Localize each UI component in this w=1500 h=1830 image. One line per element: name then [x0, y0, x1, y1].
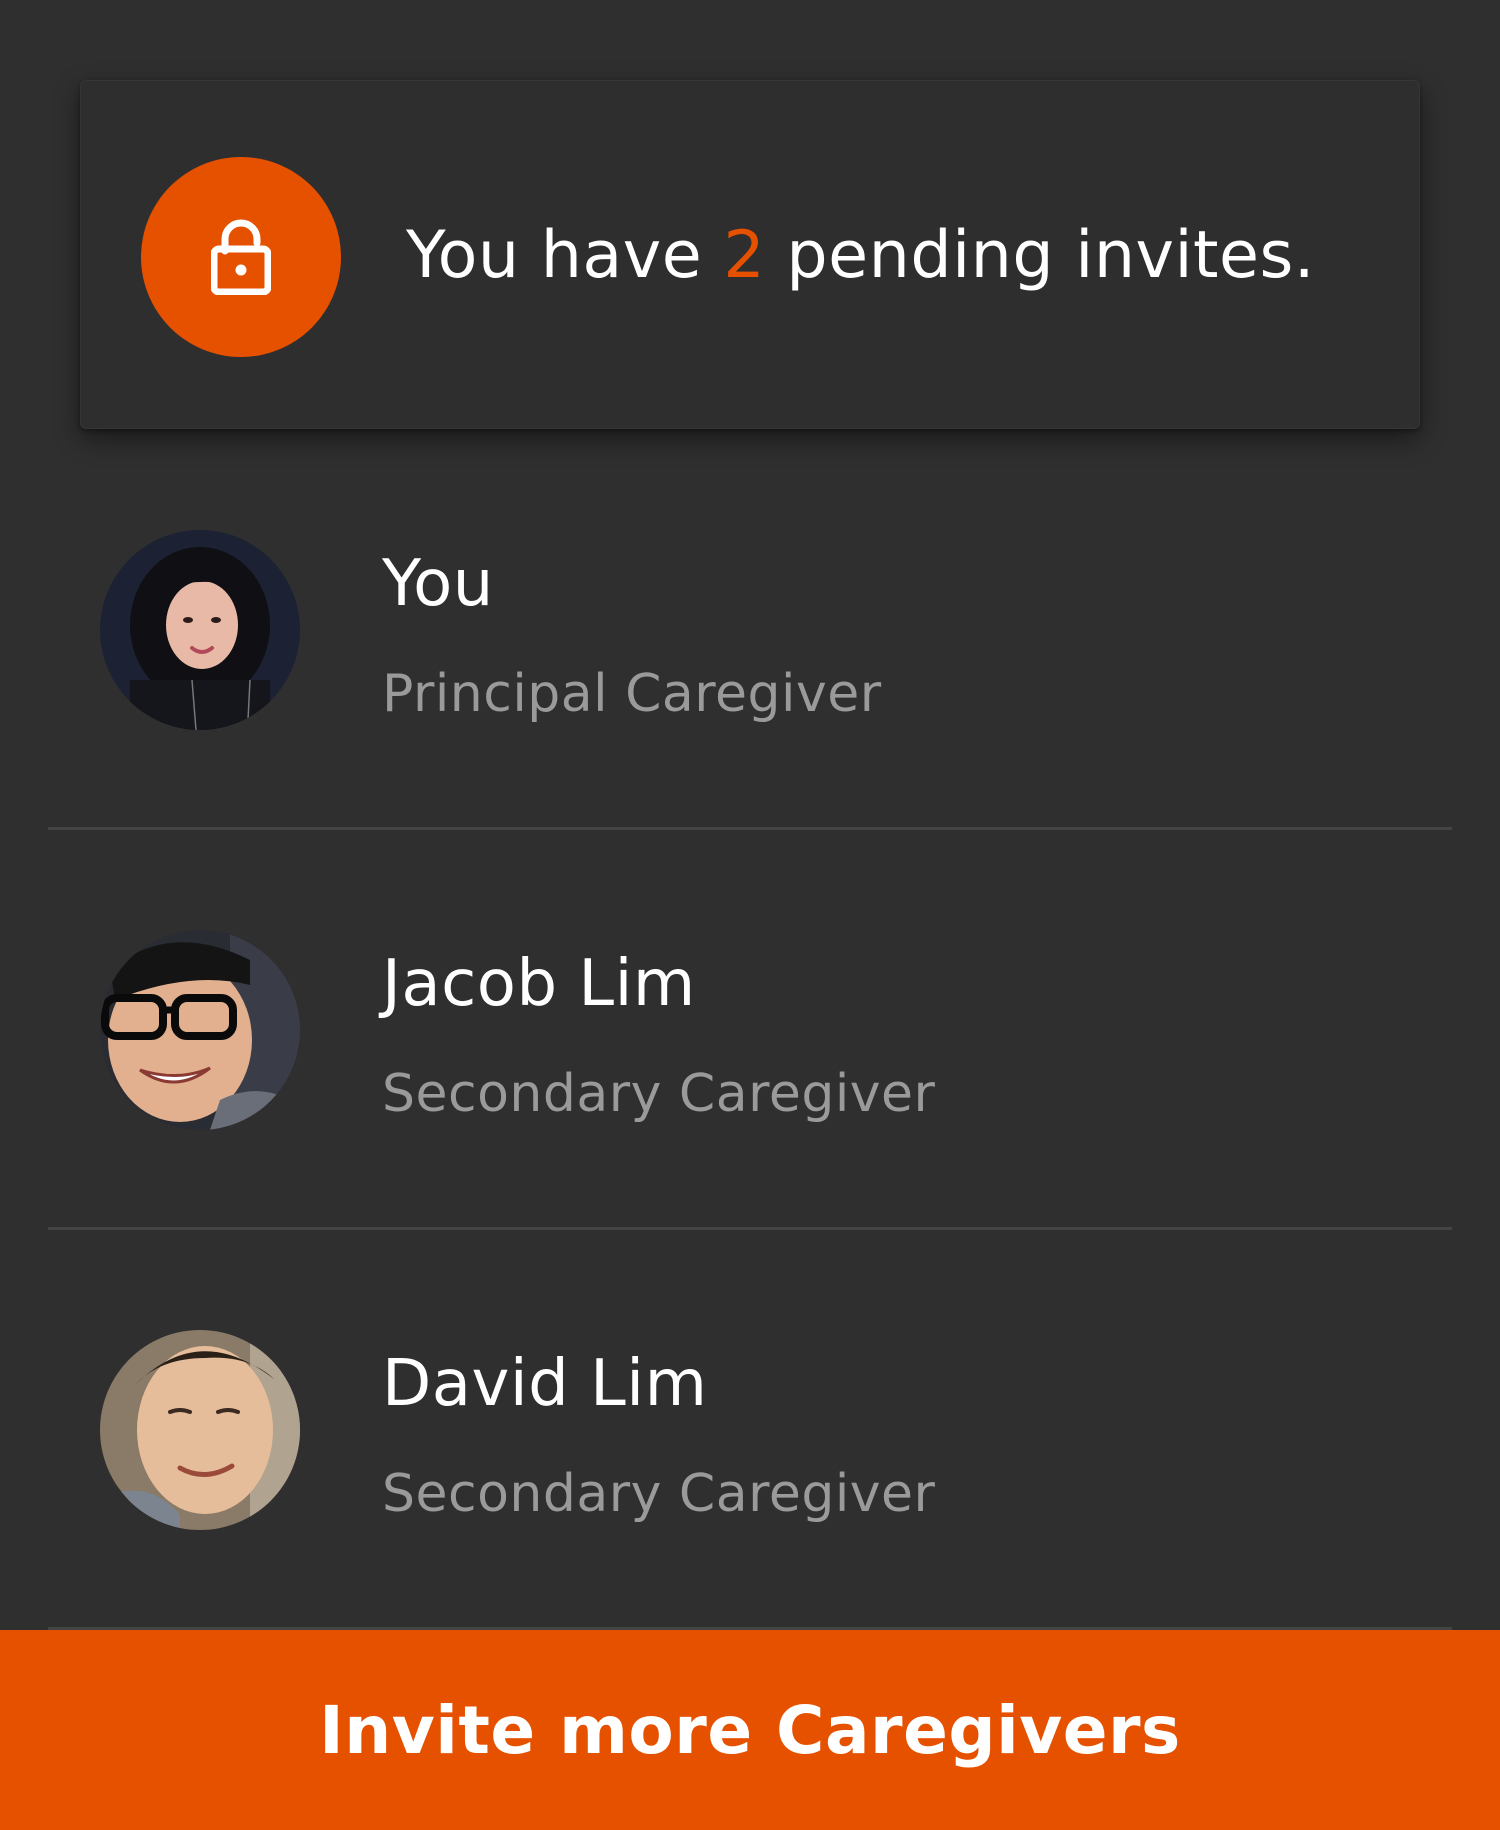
caregiver-name: Jacob Lim	[382, 947, 696, 1021]
list-item[interactable]: You Principal Caregiver	[48, 430, 1452, 830]
caregiver-name: David Lim	[382, 1347, 708, 1421]
caregiver-name: You	[382, 547, 494, 621]
avatar-woman-image	[100, 530, 300, 730]
avatar	[100, 530, 300, 730]
avatar-man-glasses-image	[100, 930, 300, 1130]
caregiver-list: You Principal Caregiver Jacob Lim Second…	[48, 430, 1452, 1630]
caregiver-role: Principal Caregiver	[382, 664, 882, 724]
avatar-man-smiling-image	[100, 1330, 300, 1530]
list-item[interactable]: David Lim Secondary Caregiver	[48, 1230, 1452, 1630]
avatar	[100, 930, 300, 1130]
invite-more-caregivers-button[interactable]: Invite more Caregivers	[0, 1630, 1500, 1830]
caregiver-role: Secondary Caregiver	[382, 1464, 936, 1524]
pending-invite-count: 2	[723, 218, 766, 293]
invite-text-after: pending invites.	[765, 218, 1316, 293]
lock-badge	[141, 157, 341, 357]
avatar	[100, 1330, 300, 1530]
caregiver-role: Secondary Caregiver	[382, 1064, 936, 1124]
list-item[interactable]: Jacob Lim Secondary Caregiver	[48, 830, 1452, 1230]
lock-icon	[211, 219, 271, 295]
pending-invites-card[interactable]: You have 2 pending invites.	[80, 80, 1420, 429]
pending-invites-text: You have 2 pending invites.	[406, 81, 1315, 430]
invite-text-before: You have	[406, 218, 724, 293]
